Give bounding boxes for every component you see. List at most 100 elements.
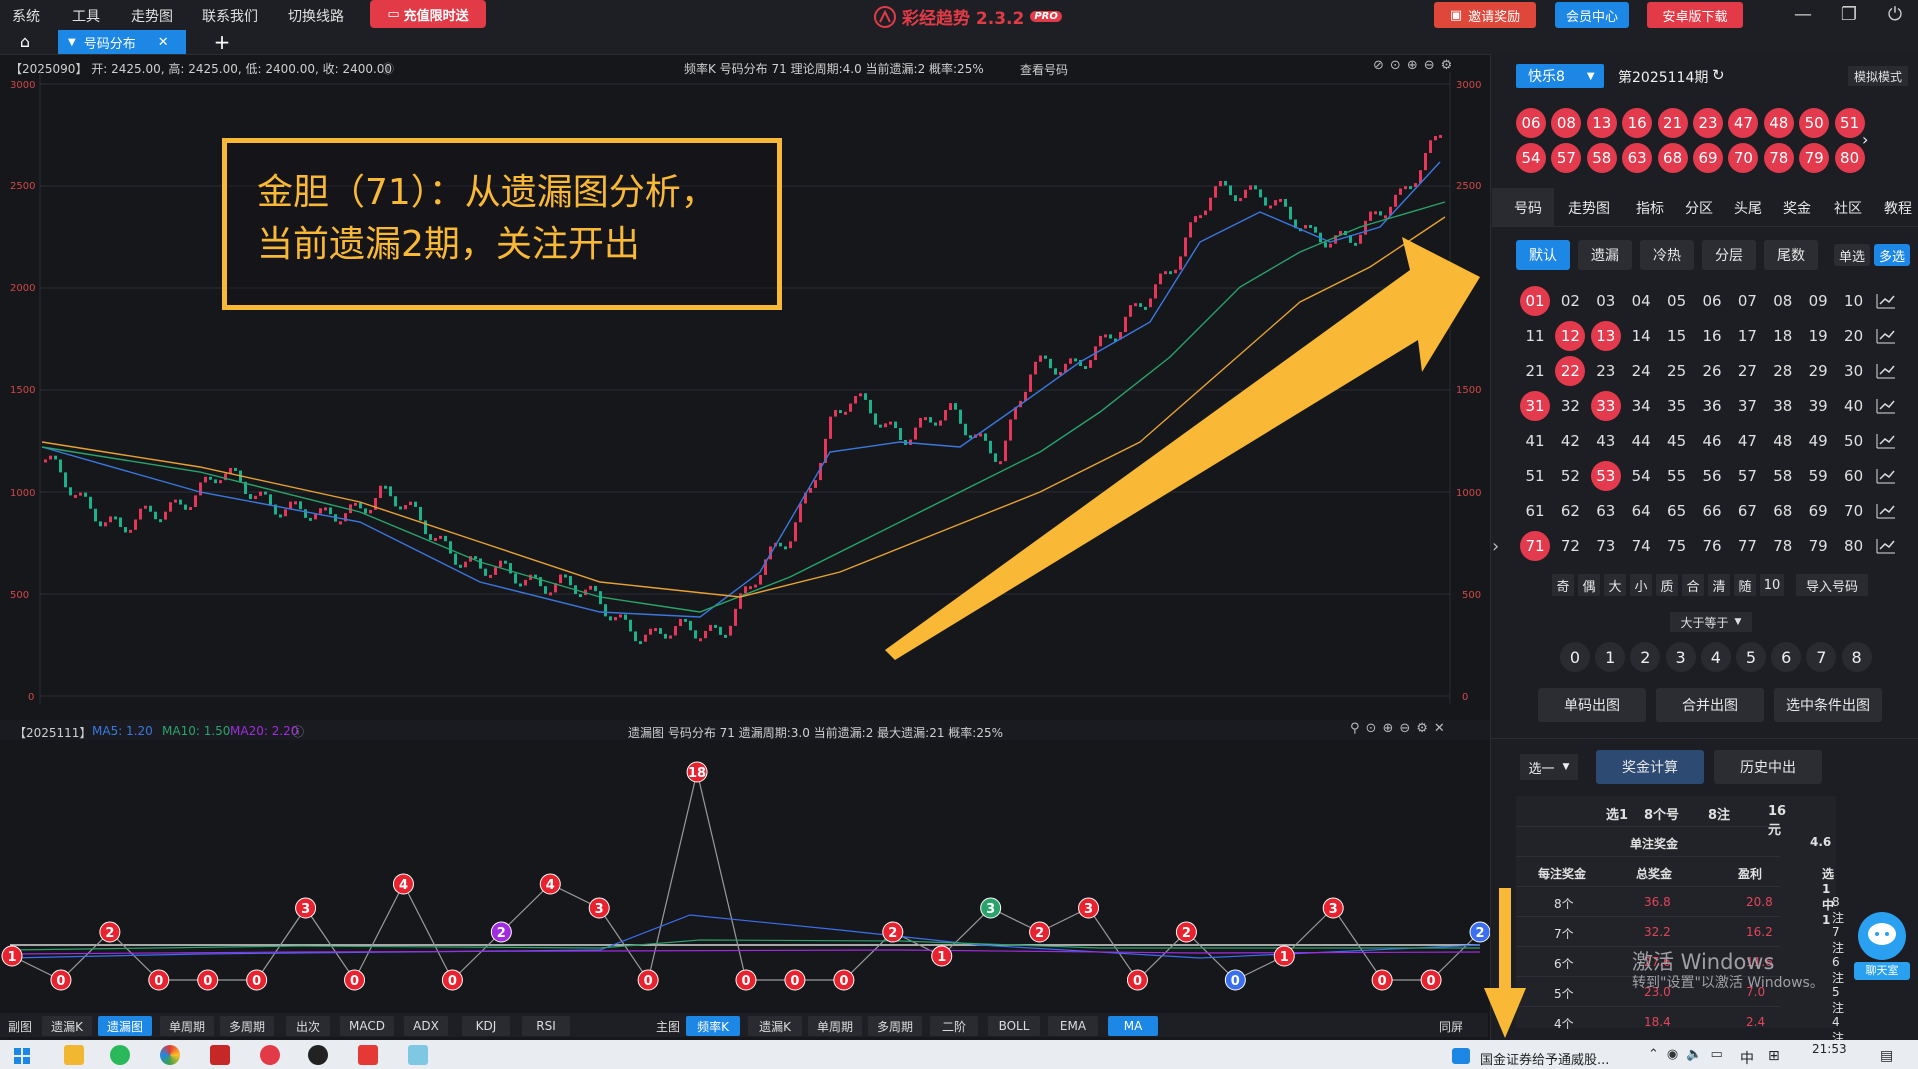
number-cell[interactable]: 04 [1626,286,1656,316]
sub-btn-rsi[interactable]: RSI [522,1016,570,1036]
settings-icon[interactable]: ⚙ [1416,721,1434,736]
sub-btn-macd[interactable]: MACD [340,1016,394,1036]
filter-clear[interactable]: 清 [1708,574,1730,596]
collapse-arrow-icon[interactable]: › [1492,536,1499,557]
menu-contact[interactable]: 联系我们 [202,6,258,26]
sub-btn-omission-k[interactable]: 遗漏K [42,1016,92,1036]
import-numbers-button[interactable]: 导入号码 [1796,574,1868,596]
tab-head-tail[interactable]: 头尾 [1734,198,1762,218]
number-cell[interactable]: 63 [1591,496,1621,526]
menu-trend[interactable]: 走势图 [131,6,173,26]
row-chart-icon[interactable] [1876,468,1896,484]
number-cell[interactable]: 55 [1662,461,1692,491]
merge-chart-button[interactable]: 合并出图 [1656,688,1764,722]
number-cell[interactable]: 65 [1662,496,1692,526]
filter-prime[interactable]: 质 [1656,574,1678,596]
number-cell[interactable]: 29 [1803,356,1833,386]
seg-omission[interactable]: 遗漏 [1578,240,1632,270]
main-btn-single-period[interactable]: 单周期 [808,1016,862,1036]
tab-zones[interactable]: 分区 [1685,198,1713,218]
row-chart-icon[interactable] [1876,398,1896,414]
sub-btn-omission-chart[interactable]: 遗漏图 [98,1016,152,1036]
menu-switch-line[interactable]: 切换线路 [288,6,344,26]
number-cell[interactable]: 05 [1662,286,1692,316]
number-cell[interactable]: 54 [1626,461,1656,491]
network-icon[interactable]: ▭ [1710,1047,1730,1062]
main-btn-frequency-k[interactable]: 频率K [686,1016,740,1036]
wechat-icon[interactable] [110,1045,130,1065]
tab-numbers[interactable]: 号码 [1514,198,1542,218]
filter-random[interactable]: 随 [1734,574,1756,596]
number-cell[interactable]: 46 [1697,426,1727,456]
number-cell[interactable]: 40 [1839,391,1869,421]
number-cell[interactable]: 34 [1626,391,1656,421]
edit-icon[interactable]: ⊘ [1373,58,1390,73]
main-btn-second-order[interactable]: 二阶 [930,1016,978,1036]
news-ticker[interactable]: 国金证券给予通威股... [1480,1049,1609,1068]
windows-start-icon[interactable] [14,1048,30,1064]
pin-icon[interactable]: ⚲ [1350,721,1366,736]
tab-community[interactable]: 社区 [1834,198,1862,218]
digit-button[interactable]: 8 [1841,642,1872,672]
digit-button[interactable]: 5 [1736,642,1766,672]
number-cell[interactable]: 14 [1626,321,1656,351]
selected-condition-chart-button[interactable]: 选中条件出图 [1774,688,1882,722]
refresh-icon[interactable]: ⊙ [1390,58,1407,73]
number-cell[interactable]: 25 [1662,356,1692,386]
clock[interactable]: 21:53 [1812,1042,1847,1056]
digit-button[interactable]: 6 [1771,642,1802,672]
main-btn-omission-k[interactable]: 遗漏K [748,1016,802,1036]
main-btn-ema[interactable]: EMA [1048,1016,1098,1036]
wps-icon[interactable] [358,1045,378,1065]
filter-even[interactable]: 偶 [1578,574,1600,596]
chrome-icon[interactable] [160,1045,180,1065]
filter-ten[interactable]: 10 [1760,574,1784,596]
number-cell[interactable]: 38 [1768,391,1798,421]
tab-number-distribution[interactable]: ▼ 号码分布 ✕ [58,30,186,54]
mock-mode-button[interactable]: 模拟模式 [1848,66,1908,86]
number-cell[interactable]: 01 [1520,286,1550,316]
sub-btn-single-period[interactable]: 单周期 [160,1016,214,1036]
refresh-period-icon[interactable]: ↻ [1712,66,1725,84]
lottery-app-icon[interactable] [260,1045,280,1065]
help-icon[interactable]: ⓘ [292,723,304,740]
settings-icon[interactable]: ⚙ [1441,58,1459,73]
chevron-right-icon[interactable]: › [1862,130,1868,149]
number-cell[interactable]: 24 [1626,356,1656,386]
up-icon[interactable]: ⊕ [1382,721,1399,736]
down-icon[interactable]: ⊖ [1399,721,1416,736]
prize-calc-button[interactable]: 奖金计算 [1596,750,1704,784]
number-cell[interactable]: 78 [1768,531,1798,561]
number-cell[interactable]: 75 [1662,531,1692,561]
row-chart-icon[interactable] [1876,328,1896,344]
number-cell[interactable]: 66 [1697,496,1727,526]
filter-composite[interactable]: 合 [1682,574,1704,596]
number-cell[interactable]: 76 [1697,531,1727,561]
row-chart-icon[interactable] [1876,433,1896,449]
ime-indicator[interactable]: 中 [1740,1048,1754,1068]
sub-btn-adx[interactable]: ADX [404,1016,448,1036]
add-tab-icon[interactable]: + [210,31,234,53]
number-cell[interactable]: 06 [1697,286,1727,316]
number-cell[interactable]: 20 [1839,321,1869,351]
recharge-button[interactable]: ▭ 充值限时送 [370,0,486,28]
number-cell[interactable]: 09 [1803,286,1833,316]
news-icon[interactable] [1452,1048,1470,1064]
chat-room-label[interactable]: 聊天室 [1854,962,1910,980]
number-cell[interactable]: 73 [1591,531,1621,561]
omission-chart[interactable]: 1020 0 030402430180 0 021323020130 02 [0,740,1490,1012]
digit-button[interactable]: 4 [1700,642,1731,672]
number-cell[interactable]: 48 [1768,426,1798,456]
volume-icon[interactable]: 🔈 [1686,1047,1710,1062]
game-select[interactable]: 快乐8 ▼ [1516,64,1604,88]
close-app-icon[interactable]: ⏻ [1884,4,1906,26]
number-cell[interactable]: 39 [1803,391,1833,421]
number-cell[interactable]: 60 [1839,461,1869,491]
number-cell[interactable]: 31 [1520,391,1550,421]
number-cell[interactable]: 50 [1839,426,1869,456]
number-cell[interactable]: 59 [1803,461,1833,491]
number-cell[interactable]: 80 [1839,531,1869,561]
member-center-button[interactable]: 会员中心 [1555,2,1629,28]
number-cell[interactable]: 44 [1626,426,1656,456]
number-cell[interactable]: 51 [1520,461,1550,491]
